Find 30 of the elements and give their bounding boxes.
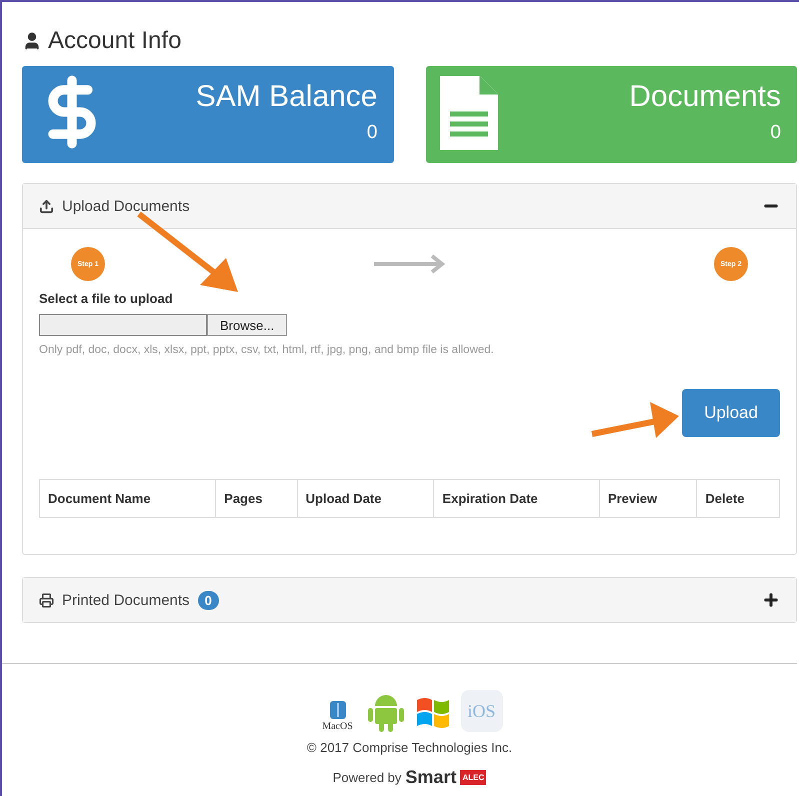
column-header: Pages (216, 480, 298, 518)
card-value: 0 (770, 122, 781, 144)
expand-icon[interactable] (762, 591, 780, 609)
macos-logo: MacOS (316, 690, 358, 732)
file-field[interactable] (39, 314, 207, 336)
powered-by-text: Powered by (332, 770, 402, 785)
brand-name: Smart (405, 767, 456, 788)
copyright-text: © 2017 Comprise Technologies Inc. (306, 740, 512, 755)
column-header: Preview (599, 480, 697, 518)
page-title: Account Info (48, 27, 182, 55)
upload-icon (39, 198, 54, 214)
panel-title: Printed Documents (62, 592, 190, 608)
column-header: Expiration Date (434, 480, 600, 518)
column-header: Document Name (40, 480, 216, 518)
ios-logo: iOS (460, 690, 502, 732)
column-header: Delete (696, 480, 780, 518)
card-value: 0 (366, 122, 378, 144)
column-header: Upload Date (297, 480, 434, 518)
field-label: Select a file to upload (39, 291, 174, 306)
panel-title: Upload Documents (62, 198, 190, 214)
card-title: SAM Balance (196, 80, 378, 114)
hint-text: Only pdf, doc, docx, xls, xlsx, ppt, pptx, csv, txt, html, rtf, jpg, png, and bmp file is allowed. (39, 344, 495, 356)
browse-button[interactable]: Browse... (207, 314, 288, 336)
arrow-icon (372, 254, 448, 274)
card-title: Documents (629, 80, 781, 114)
upload-button[interactable]: Upload (682, 389, 780, 437)
document-icon (438, 74, 500, 152)
printer-icon (39, 592, 54, 608)
count-badge: 0 (198, 590, 219, 610)
brand-tag: ALEC (460, 770, 486, 785)
